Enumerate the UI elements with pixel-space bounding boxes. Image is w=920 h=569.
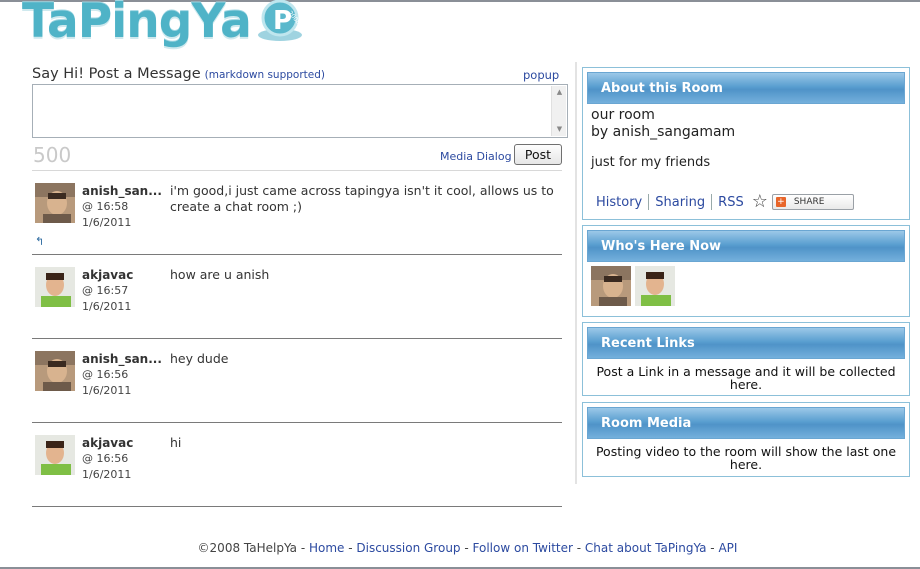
whos-here-panel: Who's Here Now xyxy=(582,225,910,317)
recent-links-panel: Recent Links Post a Link in a message an… xyxy=(582,322,910,396)
logo-text: TaPingYa xyxy=(22,0,252,49)
message-meta: akjavac @ 16:57 1/6/2011 xyxy=(82,267,162,315)
footer-link-twitter[interactable]: Follow on Twitter xyxy=(473,541,573,555)
message-date: 1/6/2011 xyxy=(82,384,132,397)
about-room-header: About this Room xyxy=(587,72,905,104)
post-heading: Say Hi! Post a Message (markdown supporte… xyxy=(32,66,325,82)
avatar-anish[interactable] xyxy=(35,183,75,223)
message-meta: anish_san... @ 16:56 1/6/2011 xyxy=(82,351,162,399)
footer-link-chat[interactable]: Chat about TaPingYa xyxy=(585,541,707,555)
message-author[interactable]: anish_san... xyxy=(82,351,162,367)
room-name: our room xyxy=(591,107,655,123)
message-item: anish_san... @ 16:58 1/6/2011 i'm good,i… xyxy=(32,171,562,255)
link-separator xyxy=(648,194,650,210)
star-icon[interactable]: ☆ xyxy=(752,193,768,211)
popup-link[interactable]: popup xyxy=(523,68,559,82)
message-author[interactable]: akjavac xyxy=(82,267,162,283)
message-text: how are u anish xyxy=(170,267,270,282)
whos-here-header: Who's Here Now xyxy=(587,230,905,262)
logo[interactable]: TaPingYa P 2008 xyxy=(22,0,305,48)
user-avatar-anish[interactable] xyxy=(591,266,631,306)
message-meta: akjavac @ 16:56 1/6/2011 xyxy=(82,435,162,483)
link-separator xyxy=(711,194,713,210)
room-description: just for my friends xyxy=(591,155,711,170)
message-date: 1/6/2011 xyxy=(82,216,132,229)
message-date: 1/6/2011 xyxy=(82,468,132,481)
scroll-up-icon[interactable]: ▲ xyxy=(554,87,565,98)
rss-link[interactable]: RSS xyxy=(718,195,744,210)
plus-icon: + xyxy=(775,197,786,207)
message-author[interactable]: akjavac xyxy=(82,435,162,451)
message-time: @ 16:58 xyxy=(82,200,129,213)
message-text: hi xyxy=(170,435,182,450)
avatar-akjavac[interactable] xyxy=(35,267,75,307)
media-dialog-link[interactable]: Media Dialog xyxy=(440,150,512,163)
footer-link-home[interactable]: Home xyxy=(309,541,344,555)
user-avatar-akjavac[interactable] xyxy=(635,266,675,306)
message-input-scrollbar[interactable]: ▲ ▼ xyxy=(551,86,566,136)
message-text: hey dude xyxy=(170,351,229,366)
message-date: 1/6/2011 xyxy=(82,300,132,313)
room-media-header: Room Media xyxy=(587,407,905,439)
post-button[interactable]: Post xyxy=(514,144,562,165)
message-item: anish_san... @ 16:56 1/6/2011 hey dude xyxy=(32,339,562,423)
logo-badge-icon: P 2008 xyxy=(257,0,302,41)
markdown-supported-link[interactable]: (markdown supported) xyxy=(205,69,325,81)
about-room-panel: About this Room our room by anish_sangam… xyxy=(582,67,910,220)
message-item: akjavac @ 16:57 1/6/2011 how are u anish xyxy=(32,255,562,339)
sharing-link[interactable]: Sharing xyxy=(655,195,705,210)
message-time: @ 16:57 xyxy=(82,284,129,297)
message-time: @ 16:56 xyxy=(82,368,129,381)
message-item: akjavac @ 16:56 1/6/2011 hi xyxy=(32,423,562,507)
footer: ©2008 TaHelpYa - Home - Discussion Group… xyxy=(197,541,738,555)
char-counter: 500 xyxy=(33,143,72,167)
scroll-down-icon[interactable]: ▼ xyxy=(554,124,565,135)
post-heading-label: Say Hi! Post a Message xyxy=(32,66,201,82)
footer-link-discussion-group[interactable]: Discussion Group xyxy=(356,541,460,555)
footer-copyright: ©2008 TaHelpYa xyxy=(197,541,297,555)
room-media-panel: Room Media Posting video to the room wil… xyxy=(582,402,910,477)
history-link[interactable]: History xyxy=(596,195,642,210)
present-users xyxy=(591,266,675,306)
room-links: History Sharing RSS ☆ + SHARE xyxy=(596,193,854,211)
reply-icon[interactable]: ↰ xyxy=(35,235,44,248)
avatar-anish[interactable] xyxy=(35,351,75,391)
column-divider xyxy=(575,62,577,484)
share-label: SHARE xyxy=(793,197,825,207)
recent-links-body: Post a Link in a message and it will be … xyxy=(596,364,896,392)
avatar-akjavac[interactable] xyxy=(35,435,75,475)
share-button[interactable]: + SHARE xyxy=(771,194,854,210)
room-media-body: Posting video to the room will show the … xyxy=(595,444,897,472)
room-owner: by anish_sangamam xyxy=(591,124,736,140)
message-time: @ 16:56 xyxy=(82,452,129,465)
room-info: our room by anish_sangamam xyxy=(591,107,735,141)
recent-links-header: Recent Links xyxy=(587,327,905,359)
footer-link-api[interactable]: API xyxy=(718,541,737,555)
message-meta: anish_san... @ 16:58 1/6/2011 xyxy=(82,183,162,231)
message-author[interactable]: anish_san... xyxy=(82,183,162,199)
message-input[interactable]: ▲ ▼ xyxy=(32,84,568,138)
message-text: i'm good,i just came across tapingya isn… xyxy=(170,183,554,214)
svg-text:P: P xyxy=(273,6,292,36)
